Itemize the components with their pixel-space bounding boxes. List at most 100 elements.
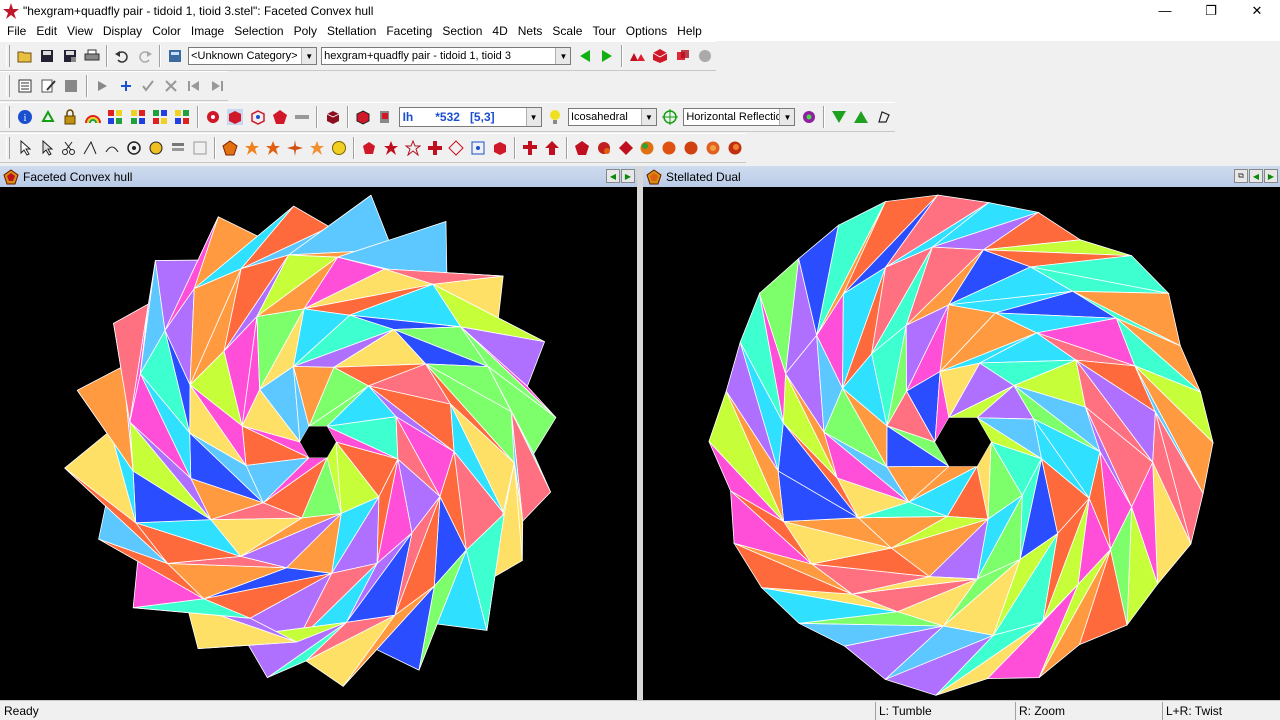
orange-ball-2-icon[interactable]	[683, 139, 700, 157]
reflection-select[interactable]: Horizontal Reflection ▼	[683, 108, 796, 126]
list-icon[interactable]	[16, 77, 34, 95]
group-select[interactable]: Icosahedral ▼	[568, 108, 657, 126]
purple-sphere-icon[interactable]	[800, 108, 817, 126]
open-folder-icon[interactable]	[16, 47, 33, 65]
add-item-icon[interactable]	[116, 77, 134, 95]
menu-tour[interactable]: Tour	[587, 21, 620, 41]
first-item-icon[interactable]	[185, 77, 203, 95]
menu-file[interactable]: File	[2, 21, 31, 41]
menu-options[interactable]: Options	[621, 21, 672, 41]
layers-icon[interactable]	[170, 139, 187, 157]
chevron-down-icon[interactable]: ▼	[301, 48, 317, 64]
color-grid-2-icon[interactable]	[129, 108, 146, 126]
lightbulb-icon[interactable]	[546, 108, 563, 126]
right-pane-next-button[interactable]: ▶	[1264, 169, 1278, 183]
red-gear-icon[interactable]	[204, 108, 221, 126]
outline-shape-icon[interactable]	[875, 108, 892, 126]
right-3d-canvas[interactable]	[643, 187, 1280, 700]
lock-icon[interactable]	[61, 108, 78, 126]
orange-ball-1-icon[interactable]	[661, 139, 678, 157]
maximize-button[interactable]: ❐	[1188, 0, 1234, 21]
orange-spike-icon[interactable]	[287, 139, 304, 157]
menu-poly[interactable]: Poly	[289, 21, 322, 41]
cube-outline-icon[interactable]	[354, 108, 371, 126]
wire-star-icon[interactable]	[404, 139, 421, 157]
close-button[interactable]: ✕	[1234, 0, 1280, 21]
dark-cube-icon[interactable]	[324, 108, 341, 126]
crosshair-icon[interactable]	[661, 108, 679, 126]
red-ball-2-icon[interactable]	[595, 139, 612, 157]
previous-model-icon[interactable]	[576, 47, 593, 65]
rainbow-icon[interactable]	[84, 108, 102, 126]
right-pane-dock-button[interactable]: ⧉	[1234, 169, 1248, 183]
menu-scale[interactable]: Scale	[547, 21, 587, 41]
symmetry-select[interactable]: Ih *532 [5,3] ▼	[398, 107, 542, 127]
toolbar-grip[interactable]	[6, 137, 10, 159]
pointer-icon[interactable]	[16, 139, 33, 157]
menu-4d[interactable]: 4D	[487, 21, 512, 41]
cube-small-tool-icon[interactable]	[492, 139, 509, 157]
color-grid-3-icon[interactable]	[151, 108, 168, 126]
green-orange-ball-icon[interactable]	[639, 139, 656, 157]
red-arrow-up-icon[interactable]	[544, 139, 561, 157]
chevron-down-icon[interactable]: ▼	[555, 48, 571, 64]
scissors-icon[interactable]	[60, 139, 77, 157]
chevron-down-icon[interactable]: ▼	[525, 108, 541, 126]
chevron-down-icon[interactable]: ▼	[640, 109, 656, 125]
toolbar-grip[interactable]	[6, 45, 10, 67]
menu-faceting[interactable]: Faceting	[381, 21, 437, 41]
box-tool-icon[interactable]	[470, 139, 487, 157]
red-ball-1-icon[interactable]	[573, 139, 590, 157]
orange-ball-3-icon[interactable]	[705, 139, 722, 157]
orange-ball-4-icon[interactable]	[727, 139, 744, 157]
red-compound-icon[interactable]	[674, 47, 691, 65]
menu-stellation[interactable]: Stellation	[322, 21, 381, 41]
color-grid-icon[interactable]	[107, 108, 124, 126]
edge-tool-icon[interactable]	[104, 139, 121, 157]
redo-icon[interactable]	[136, 47, 153, 65]
save-list-icon[interactable]	[62, 77, 80, 95]
info-icon[interactable]: i	[16, 108, 33, 126]
red-star-tool-icon[interactable]	[382, 139, 399, 157]
save-as-icon[interactable]	[61, 47, 78, 65]
angle-icon[interactable]	[82, 139, 99, 157]
red-cube-icon[interactable]	[652, 47, 669, 65]
menu-display[interactable]: Display	[98, 21, 147, 41]
minimize-button[interactable]: —	[1142, 0, 1188, 21]
red-pentagon-tool-icon[interactable]	[361, 139, 378, 157]
grid-tool-icon[interactable]	[191, 139, 208, 157]
toolbar-grip[interactable]	[6, 106, 10, 128]
menu-nets[interactable]: Nets	[513, 21, 548, 41]
left-pane-prev-button[interactable]: ◀	[606, 169, 620, 183]
right-pane-prev-button[interactable]: ◀	[1249, 169, 1263, 183]
orange-star-icon[interactable]	[243, 139, 260, 157]
check-icon[interactable]	[139, 77, 157, 95]
red-shapes-icon[interactable]	[629, 47, 647, 65]
green-triangle-up-icon[interactable]	[853, 108, 870, 126]
play-icon[interactable]	[93, 77, 111, 95]
left-3d-canvas[interactable]	[0, 187, 637, 700]
menu-image[interactable]: Image	[186, 21, 229, 41]
orange-star-2-icon[interactable]	[309, 139, 326, 157]
gear-tool-icon[interactable]	[126, 139, 143, 157]
bar-icon[interactable]	[294, 108, 311, 126]
cube-stack-icon[interactable]	[377, 108, 394, 126]
menu-section[interactable]: Section	[437, 21, 487, 41]
category-select[interactable]: <Unknown Category> ▼	[188, 47, 318, 65]
red-cube-selected-icon[interactable]	[226, 108, 244, 126]
menu-view[interactable]: View	[62, 21, 98, 41]
edit-list-icon[interactable]	[39, 77, 57, 95]
last-item-icon[interactable]	[208, 77, 226, 95]
pane-splitter[interactable]	[637, 166, 643, 700]
next-model-icon[interactable]	[598, 47, 615, 65]
print-icon[interactable]	[83, 47, 100, 65]
toolbar-grip[interactable]	[6, 75, 10, 97]
pointer-select-icon[interactable]	[38, 139, 55, 157]
menu-help[interactable]: Help	[672, 21, 707, 41]
undo-icon[interactable]	[114, 47, 131, 65]
chevron-down-icon[interactable]: ▼	[779, 109, 795, 125]
orange-polyhedron-icon[interactable]	[221, 139, 238, 157]
wire-cube-icon[interactable]	[249, 108, 266, 126]
color-grid-4-icon[interactable]	[174, 108, 191, 126]
red-cross-tool-icon[interactable]	[426, 139, 443, 157]
